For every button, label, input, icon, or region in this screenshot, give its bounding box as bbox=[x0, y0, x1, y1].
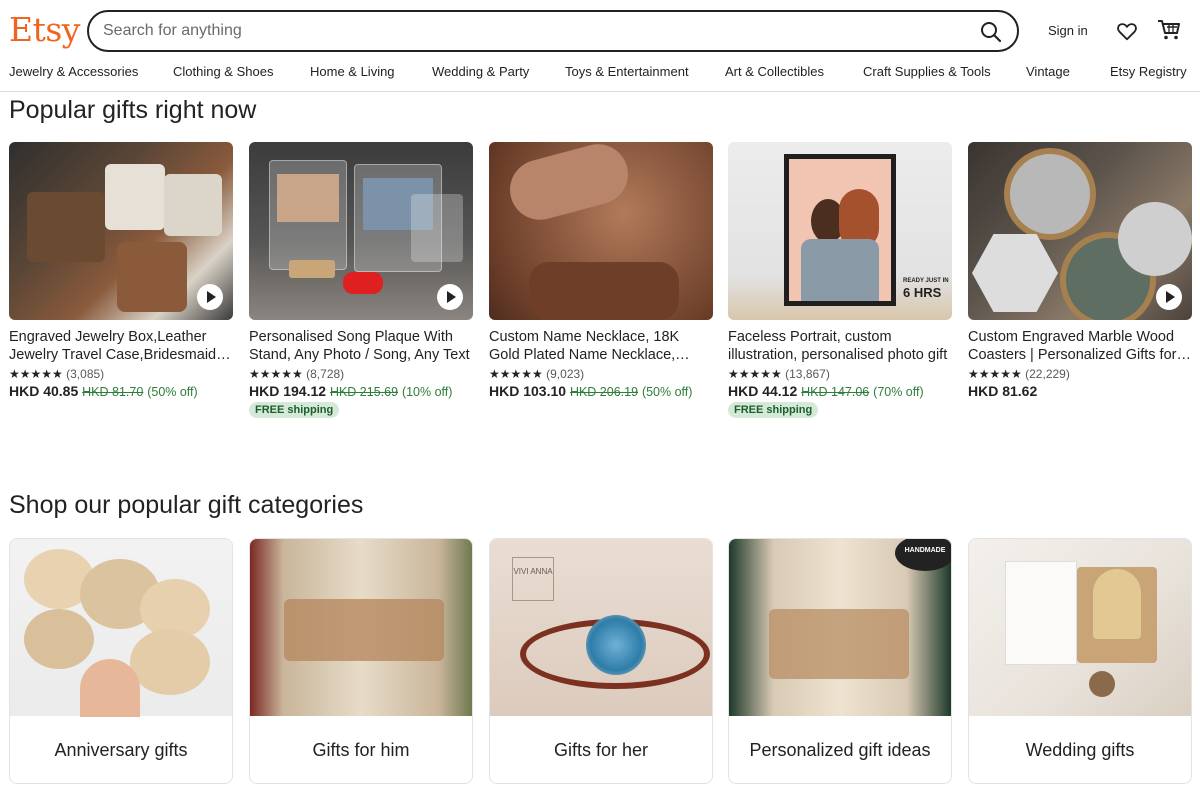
product-image[interactable] bbox=[9, 142, 233, 320]
category-image bbox=[969, 539, 1191, 716]
review-count: (3,085) bbox=[66, 367, 105, 381]
product-price: HKD 194.12 bbox=[249, 383, 327, 399]
product-price-row: HKD 81.62 bbox=[968, 383, 1192, 399]
product-card[interactable]: Custom Engraved Marble Wood Coasters | P… bbox=[968, 142, 1192, 399]
category-label[interactable]: Wedding gifts bbox=[969, 716, 1191, 783]
vivi-anna-logo: VIVI ANNA bbox=[512, 557, 554, 601]
category-image bbox=[10, 539, 232, 717]
category-label[interactable]: Personalized gift ideas bbox=[729, 716, 951, 783]
play-video-icon[interactable] bbox=[197, 284, 223, 310]
heart-icon[interactable] bbox=[1116, 20, 1138, 42]
nav-item-clothing[interactable]: Clothing & Shoes bbox=[173, 64, 273, 79]
review-count: (9,023) bbox=[546, 367, 585, 381]
badge-text-ready: READY JUST IN bbox=[903, 278, 949, 284]
sign-in-link[interactable]: Sign in bbox=[1048, 23, 1088, 38]
free-shipping-badge: FREE shipping bbox=[249, 402, 340, 418]
product-price: HKD 81.62 bbox=[968, 383, 1038, 399]
product-image[interactable] bbox=[489, 142, 713, 320]
category-nav: Jewelry & Accessories Clothing & Shoes H… bbox=[0, 62, 1200, 92]
search-bar[interactable] bbox=[87, 10, 1019, 52]
category-card-wedding[interactable]: Wedding gifts bbox=[968, 538, 1192, 784]
product-card[interactable]: Custom Name Necklace, 18K Gold Plated Na… bbox=[489, 142, 713, 399]
nav-item-vintage[interactable]: Vintage bbox=[1026, 64, 1070, 79]
category-label[interactable]: Gifts for him bbox=[250, 716, 472, 783]
product-rating: ★★★★★ (9,023) bbox=[489, 367, 713, 381]
nav-item-jewelry[interactable]: Jewelry & Accessories bbox=[9, 64, 138, 79]
product-image[interactable] bbox=[249, 142, 473, 320]
nav-item-home[interactable]: Home & Living bbox=[310, 64, 395, 79]
product-price-row: HKD 44.12 HKD 147.06 (70% off) bbox=[728, 383, 952, 399]
handmade-badge: HANDMADE bbox=[895, 539, 951, 571]
cart-icon[interactable] bbox=[1157, 19, 1181, 41]
play-video-icon[interactable] bbox=[437, 284, 463, 310]
product-card[interactable]: READY JUST IN 6 HRS Faceless Portrait, c… bbox=[728, 142, 952, 418]
play-video-icon[interactable] bbox=[1156, 284, 1182, 310]
category-image: VIVI ANNA bbox=[490, 539, 712, 716]
search-input[interactable] bbox=[103, 20, 963, 42]
gift-categories-heading: Shop our popular gift categories bbox=[9, 491, 364, 519]
badge-text-hours: 6 HRS bbox=[903, 285, 942, 300]
discount-label: (70% off) bbox=[873, 385, 924, 399]
nav-item-toys[interactable]: Toys & Entertainment bbox=[565, 64, 689, 79]
product-price: HKD 40.85 bbox=[9, 383, 79, 399]
category-card-her[interactable]: VIVI ANNA Gifts for her bbox=[489, 538, 713, 784]
product-card[interactable]: Personalised Song Plaque With Stand, Any… bbox=[249, 142, 473, 418]
category-card-personalized[interactable]: HANDMADE Personalized gift ideas bbox=[728, 538, 952, 784]
product-title[interactable]: Faceless Portrait, custom illustration, … bbox=[728, 328, 952, 364]
product-rating: ★★★★★ (3,085) bbox=[9, 367, 233, 381]
nav-item-registry[interactable]: Etsy Registry bbox=[1110, 64, 1187, 79]
star-rating-icon: ★★★★★ bbox=[728, 367, 782, 381]
category-image bbox=[250, 539, 472, 716]
nav-item-wedding[interactable]: Wedding & Party bbox=[432, 64, 529, 79]
original-price: HKD 215.69 bbox=[329, 385, 399, 399]
product-card[interactable]: Engraved Jewelry Box,Leather Jewelry Tra… bbox=[9, 142, 233, 399]
product-title[interactable]: Custom Engraved Marble Wood Coasters | P… bbox=[968, 328, 1192, 364]
product-image[interactable]: READY JUST IN 6 HRS bbox=[728, 142, 952, 320]
product-rating: ★★★★★ (22,229) bbox=[968, 367, 1192, 381]
category-label[interactable]: Anniversary gifts bbox=[10, 716, 232, 783]
original-price: HKD 81.70 bbox=[82, 385, 144, 399]
product-price-row: HKD 40.85 HKD 81.70 (50% off) bbox=[9, 383, 233, 399]
category-card-him[interactable]: Gifts for him bbox=[249, 538, 473, 784]
product-rating: ★★★★★ (13,867) bbox=[728, 367, 952, 381]
discount-label: (50% off) bbox=[147, 385, 198, 399]
original-price: HKD 147.06 bbox=[801, 385, 870, 399]
star-rating-icon: ★★★★★ bbox=[9, 367, 63, 381]
nav-item-art[interactable]: Art & Collectibles bbox=[725, 64, 824, 79]
category-card-anniversary[interactable]: Anniversary gifts bbox=[9, 538, 233, 784]
product-image[interactable] bbox=[968, 142, 1192, 320]
product-title[interactable]: Engraved Jewelry Box,Leather Jewelry Tra… bbox=[9, 328, 233, 364]
product-price-row: HKD 194.12 HKD 215.69 (10% off) bbox=[249, 383, 473, 399]
product-title[interactable]: Personalised Song Plaque With Stand, Any… bbox=[249, 328, 473, 364]
product-price: HKD 44.12 bbox=[728, 383, 798, 399]
product-title[interactable]: Custom Name Necklace, 18K Gold Plated Na… bbox=[489, 328, 713, 364]
etsy-logo[interactable]: Etsy bbox=[9, 10, 80, 49]
search-icon[interactable] bbox=[979, 20, 1003, 44]
star-rating-icon: ★★★★★ bbox=[489, 367, 543, 381]
review-count: (13,867) bbox=[785, 367, 830, 381]
discount-label: (10% off) bbox=[401, 385, 453, 399]
original-price: HKD 206.19 bbox=[569, 385, 639, 399]
product-price: HKD 103.10 bbox=[489, 383, 567, 399]
star-rating-icon: ★★★★★ bbox=[249, 367, 303, 381]
category-label[interactable]: Gifts for her bbox=[490, 716, 712, 783]
review-count: (8,728) bbox=[306, 367, 345, 381]
free-shipping-badge: FREE shipping bbox=[728, 402, 819, 418]
review-count: (22,229) bbox=[1025, 367, 1070, 381]
nav-item-craft[interactable]: Craft Supplies & Tools bbox=[863, 64, 991, 79]
star-rating-icon: ★★★★★ bbox=[968, 367, 1022, 381]
popular-gifts-heading: Popular gifts right now bbox=[9, 96, 257, 124]
category-image: HANDMADE bbox=[729, 539, 951, 716]
product-rating: ★★★★★ (8,728) bbox=[249, 367, 473, 381]
discount-label: (50% off) bbox=[641, 385, 693, 399]
product-price-row: HKD 103.10 HKD 206.19 (50% off) bbox=[489, 383, 713, 399]
